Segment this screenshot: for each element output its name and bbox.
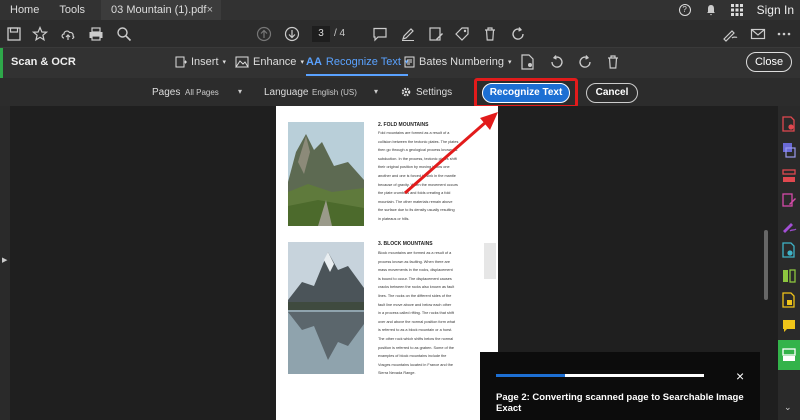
annotation-arrow <box>404 112 498 195</box>
